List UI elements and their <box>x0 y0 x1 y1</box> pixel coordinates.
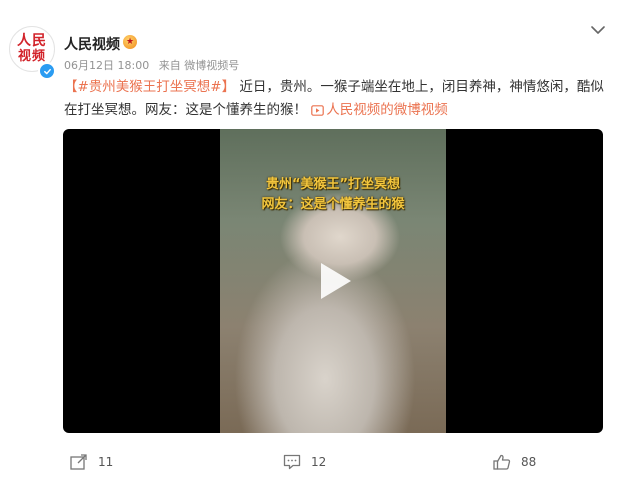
action-bar: 11 12 88 <box>0 446 624 480</box>
post-source[interactable]: 来自 微博视频号 <box>159 59 240 72</box>
avatar-logo-line2: 视频 <box>17 49 46 64</box>
like-count: 88 <box>521 455 537 469</box>
post-content: 【#贵州美猴王打坐冥想#】 近日，贵州。一猴子端坐在地上，闭目养神，神情悠闲，酷… <box>64 76 609 124</box>
post-meta: 06月12日 18:00 来自 微博视频号 <box>64 57 245 73</box>
comment-icon <box>283 454 301 470</box>
chevron-down-icon <box>591 20 605 39</box>
verified-badge-icon <box>38 62 56 80</box>
avatar-logo-line1: 人民 <box>17 33 47 49</box>
share-button[interactable]: 11 <box>70 454 113 470</box>
video-link-icon <box>311 101 325 124</box>
author-name[interactable]: 人民视频 <box>64 34 120 54</box>
video-caption-line2: 网友：这是个懂养生的猴 <box>261 197 405 212</box>
share-count: 11 <box>98 455 114 469</box>
video-source-link-label: 人民视频的微博视频 <box>326 102 448 118</box>
post-date[interactable]: 06月12日 18:00 <box>64 59 149 72</box>
more-options-button[interactable] <box>588 20 608 38</box>
comment-button[interactable]: 12 <box>283 454 326 470</box>
play-icon[interactable] <box>321 263 351 299</box>
weibo-post-card: 人民 视频 人民视频 ★ 06月12日 18:00 来自 微博视频号 【#贵州美… <box>0 0 624 484</box>
comment-count: 12 <box>311 455 327 469</box>
medal-icon[interactable]: ★ <box>123 35 137 49</box>
hashtag-link[interactable]: 【#贵州美猴王打坐冥想#】 <box>64 79 235 95</box>
share-icon <box>70 454 88 470</box>
video-source-link[interactable]: 人民视频的微博视频 <box>311 102 448 118</box>
like-button[interactable]: 88 <box>493 454 536 470</box>
thumbs-up-icon <box>493 454 511 470</box>
video-player[interactable]: 贵州“美猴王”打坐冥想 网友：这是个懂养生的猴 <box>63 129 603 433</box>
video-caption-line1: 贵州“美猴王”打坐冥想 <box>265 177 401 192</box>
